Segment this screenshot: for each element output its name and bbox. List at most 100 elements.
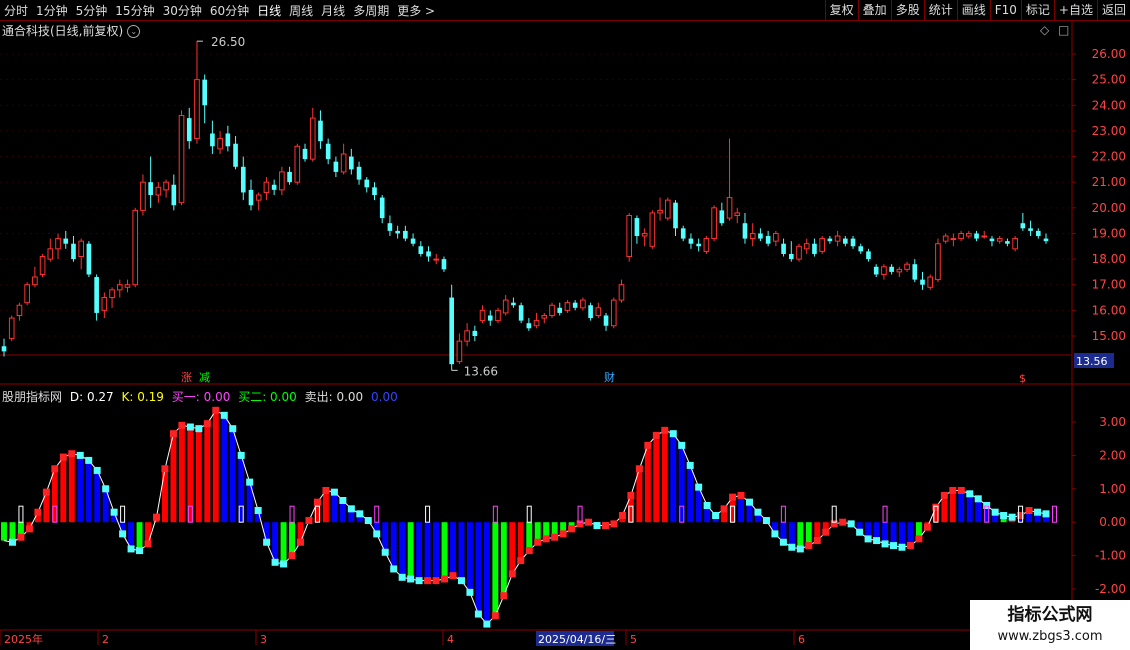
indicator-cap [449, 572, 457, 580]
indicator-bar [204, 423, 211, 523]
candle-body [834, 235, 841, 242]
indicator-cap [136, 547, 144, 555]
candle-body [920, 279, 925, 285]
indicator-bar [805, 522, 812, 546]
candle-body [287, 171, 292, 183]
indicator-bar [450, 522, 456, 576]
candle-body [124, 284, 131, 288]
indicator-cap [991, 508, 999, 516]
indicator-bar [975, 498, 982, 523]
indicator-cap [627, 491, 635, 499]
candle-body [132, 209, 139, 286]
candle-body [255, 194, 262, 201]
indicator-marker [577, 505, 583, 523]
candle-body [495, 309, 501, 322]
candle-body [1020, 223, 1026, 229]
indicator-cap [186, 423, 194, 431]
indicator-cap [51, 465, 59, 473]
candle-body [379, 197, 385, 219]
candle-body [588, 305, 593, 319]
indicator-cap [93, 466, 101, 474]
price-tick-label: 21.00 [1092, 175, 1126, 189]
indicator-cap [559, 530, 567, 538]
indicator-cap [339, 496, 347, 504]
indicator-marker [526, 505, 532, 523]
candle-body [294, 145, 301, 183]
candle-body [155, 186, 162, 196]
time-tick-label: 4 [447, 633, 454, 646]
indicator-bar [221, 415, 228, 523]
indicator-cap [906, 542, 914, 550]
current-price-label: 13.56 [1076, 355, 1108, 368]
indicator-cap [974, 495, 982, 503]
candle-body [240, 166, 246, 193]
indicator-cap [195, 425, 203, 433]
indicator-cap [246, 478, 254, 486]
indicator-marker [831, 505, 837, 523]
candle-body [101, 297, 108, 311]
candle-body [78, 240, 85, 258]
indicator-bar [407, 522, 414, 579]
indicator-bar [509, 522, 516, 574]
indicator-cap [949, 486, 957, 494]
candle-body [533, 320, 540, 327]
indicator-cap [457, 577, 465, 585]
candle-body [349, 156, 354, 170]
candle-body [426, 251, 431, 257]
indicator-cap [940, 491, 948, 499]
indicator-bar [644, 445, 651, 523]
indicator-cap [822, 528, 830, 536]
crosshair-date-label: 2025/04/16/三 [538, 633, 616, 646]
candle-body [16, 304, 23, 316]
event-marker-cai: 财 [604, 370, 615, 384]
candle-body [889, 266, 894, 272]
time-tick-label: 2025年 [4, 632, 43, 646]
indicator-bar [687, 465, 694, 523]
indicator-cap [1000, 512, 1008, 520]
candle-body [595, 307, 602, 316]
indicator-cap [957, 486, 965, 494]
candle-body [742, 223, 748, 239]
indicator-bar [907, 522, 914, 546]
candle-body [664, 199, 671, 219]
candle-body [271, 184, 277, 190]
indicator-cap [407, 575, 415, 583]
candle-body [479, 309, 486, 322]
indicator-bar [331, 492, 338, 523]
candle-body [86, 243, 92, 275]
candle-body [912, 264, 918, 280]
indicator-cap [330, 488, 338, 496]
indicator-bar [433, 522, 440, 581]
indicator-marker [289, 505, 295, 523]
indicator-tick-label: -2.00 [1095, 582, 1126, 596]
indicator-bar [94, 470, 101, 523]
indicator-bar [500, 522, 507, 596]
indicator-bar [466, 522, 473, 593]
candle-body [24, 284, 30, 304]
indicator-cap [59, 453, 67, 461]
candle-body [989, 238, 995, 242]
indicator-bar [441, 522, 448, 579]
chart-canvas[interactable]: 26.0025.0024.0023.0022.0021.0020.0019.00… [0, 0, 1130, 650]
candle-body [248, 189, 254, 206]
indicator-legend: 股朋指标网 D: 0.27 K: 0.19 买一: 0.00 买二: 0.00 … [2, 388, 402, 405]
indicator-bar [966, 493, 973, 523]
indicator-extra: 0.00 [371, 390, 398, 404]
indicator-cap [796, 545, 804, 553]
indicator-cap [305, 517, 313, 525]
candle-body [32, 276, 38, 286]
price-tick-label: 16.00 [1092, 303, 1126, 317]
low-label: 13.66 [464, 364, 498, 378]
candle-body [881, 266, 887, 275]
indicator-cap [517, 557, 525, 565]
indicator-bar [670, 433, 677, 523]
indicator-bar [653, 435, 660, 523]
indicator-cap [356, 510, 364, 518]
indicator-tick-label: 2.00 [1099, 448, 1126, 462]
indicator-tick-label: -1.00 [1095, 549, 1126, 563]
indicator-cap [229, 425, 237, 433]
candle-body [163, 181, 169, 191]
price-tick-label: 20.00 [1092, 201, 1126, 215]
indicator-cap [1025, 507, 1033, 515]
candle-body [827, 238, 833, 242]
